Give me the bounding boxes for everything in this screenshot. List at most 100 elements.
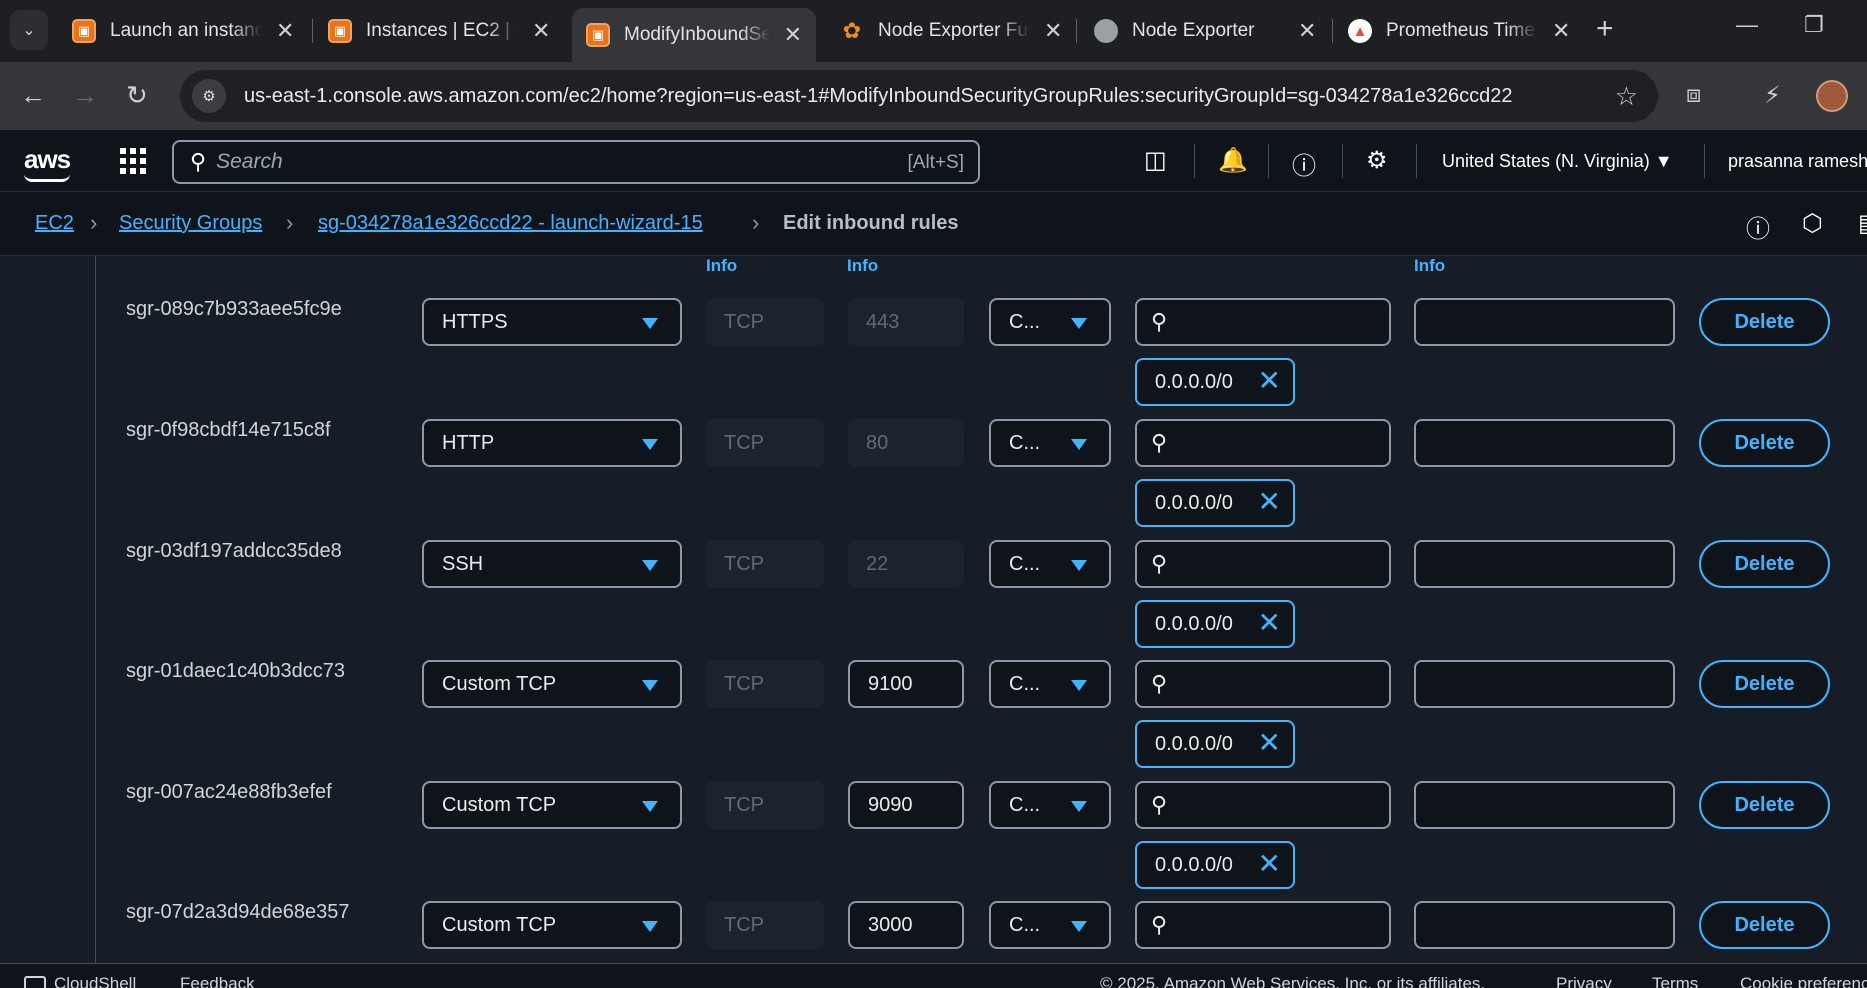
tab-search-chevron-icon[interactable]: ⌄ xyxy=(10,10,48,50)
forward-arrow-icon[interactable]: → xyxy=(72,80,98,111)
settings-hex-icon[interactable]: ⬡ xyxy=(1802,209,1823,238)
source-cidr-search[interactable]: ⚲ xyxy=(1135,419,1391,467)
source-type-select[interactable]: C... xyxy=(989,781,1111,829)
description-input[interactable] xyxy=(1414,298,1675,346)
delete-rule-button[interactable]: Delete xyxy=(1699,540,1830,588)
source-cidr-search[interactable]: ⚲ xyxy=(1135,901,1391,949)
help-icon[interactable]: ⓘ xyxy=(1292,146,1316,181)
cloudshell-icon[interactable]: ◫ xyxy=(1144,146,1167,175)
account-menu[interactable]: prasanna ramesh xyxy=(1728,151,1867,172)
rule-id: sgr-03df197addcc35de8 xyxy=(126,540,342,562)
bell-icon[interactable]: 🔔 xyxy=(1218,146,1248,175)
rule-type-select[interactable]: Custom TCP xyxy=(422,660,682,708)
source-type-select[interactable]: C... xyxy=(989,419,1111,467)
cookie-preferences-link[interactable]: Cookie preferences xyxy=(1740,974,1867,988)
source-cidr-search[interactable]: ⚲ xyxy=(1135,298,1391,346)
rule-type-select[interactable]: Custom TCP xyxy=(422,901,682,949)
source-type-select[interactable]: C... xyxy=(989,298,1111,346)
browser-tab[interactable]: ✿ Node Exporter Full ✕ xyxy=(826,8,1076,54)
browser-tab[interactable]: ▲ Prometheus Time Series ✕ xyxy=(1334,8,1584,54)
description-input[interactable] xyxy=(1414,660,1675,708)
protocol-info-link[interactable]: Info xyxy=(706,256,737,276)
privacy-link[interactable]: Privacy xyxy=(1556,974,1612,988)
remove-token-icon[interactable]: ✕ xyxy=(1258,609,1281,637)
caret-down-icon xyxy=(1071,680,1087,691)
reload-icon[interactable]: ↻ xyxy=(126,80,148,111)
description-input[interactable] xyxy=(1414,781,1675,829)
delete-rule-button[interactable]: Delete xyxy=(1699,298,1830,346)
feedback-link[interactable]: Feedback xyxy=(180,974,255,988)
performance-icon[interactable]: ⚡ xyxy=(1764,81,1781,110)
source-cidr-search[interactable]: ⚲ xyxy=(1135,660,1391,708)
source-type-select[interactable]: C... xyxy=(989,660,1111,708)
port-range-input[interactable]: 3000 xyxy=(848,901,964,949)
caret-down-icon xyxy=(1071,318,1087,329)
region-selector[interactable]: United States (N. Virginia) ▼ xyxy=(1442,151,1673,172)
close-icon[interactable]: ✕ xyxy=(276,18,294,44)
restore-icon[interactable]: ❐ xyxy=(1804,12,1824,38)
console-search-input[interactable]: ⚲ Search [Alt+S] xyxy=(172,140,980,184)
search-icon: ⚲ xyxy=(1151,912,1168,937)
extensions-puzzle-icon[interactable]: ⧈ xyxy=(1686,81,1701,109)
port-range-input[interactable]: 9100 xyxy=(848,660,964,708)
browser-tab[interactable]: ▣ Instances | EC2 | us-east-1 ✕ xyxy=(314,8,564,54)
delete-rule-button[interactable]: Delete xyxy=(1699,901,1830,949)
protocol-readonly: TCP xyxy=(706,419,824,467)
info-circle-icon[interactable]: ⓘ xyxy=(1746,209,1770,244)
port-info-link[interactable]: Info xyxy=(847,256,878,276)
cidr-value: 0.0.0.0/0 xyxy=(1155,612,1233,635)
description-input[interactable] xyxy=(1414,901,1675,949)
cidr-token: 0.0.0.0/0 ✕ xyxy=(1135,358,1295,406)
inbound-rules-editor: Info Info Info sgr-089c7b933aee5fc9e HTT… xyxy=(0,256,1867,963)
browser-tab-active[interactable]: ▣ ModifyInboundSecurityGroupRules ✕ xyxy=(572,8,816,62)
minimize-icon[interactable]: — xyxy=(1736,12,1758,38)
source-cidr-search[interactable]: ⚲ xyxy=(1135,781,1391,829)
browser-tab[interactable]: ▣ Launch an instance | EC2 ✕ xyxy=(58,8,308,54)
aws-logo[interactable]: aws xyxy=(24,144,71,182)
address-bar[interactable]: ⚙ us-east-1.console.aws.amazon.com/ec2/h… xyxy=(180,70,1658,122)
close-icon[interactable]: ✕ xyxy=(1044,18,1062,44)
remove-token-icon[interactable]: ✕ xyxy=(1258,488,1281,516)
panel-icon[interactable]: ▤ xyxy=(1858,209,1867,238)
description-input[interactable] xyxy=(1414,419,1675,467)
port-range-input[interactable]: 9090 xyxy=(848,781,964,829)
close-icon[interactable]: ✕ xyxy=(532,18,550,44)
remove-token-icon[interactable]: ✕ xyxy=(1258,367,1281,395)
site-info-icon[interactable]: ⚙ xyxy=(192,79,226,113)
rule-type-select[interactable]: HTTPS xyxy=(422,298,682,346)
new-tab-plus-icon[interactable]: + xyxy=(1596,12,1614,46)
breadcrumb-security-groups[interactable]: Security Groups xyxy=(119,212,262,235)
breadcrumb-ec2[interactable]: EC2 xyxy=(35,212,74,235)
source-type-select[interactable]: C... xyxy=(989,540,1111,588)
remove-token-icon[interactable]: ✕ xyxy=(1258,850,1281,878)
breadcrumb-security-group[interactable]: sg-034278a1e326ccd22 - launch-wizard-15 xyxy=(318,212,703,235)
delete-rule-button[interactable]: Delete xyxy=(1699,660,1830,708)
terms-link[interactable]: Terms xyxy=(1652,974,1698,988)
cloudshell-link[interactable]: CloudShell xyxy=(54,974,136,988)
url-text[interactable]: us-east-1.console.aws.amazon.com/ec2/hom… xyxy=(244,85,1513,108)
delete-rule-button[interactable]: Delete xyxy=(1699,781,1830,829)
services-grid-icon[interactable] xyxy=(120,148,146,174)
description-input[interactable] xyxy=(1414,540,1675,588)
port-range-value: 9100 xyxy=(868,672,913,695)
aws-console-header: aws ⚲ Search [Alt+S] ◫ 🔔 ⓘ ⚙ United Stat… xyxy=(0,130,1867,192)
rule-type-select[interactable]: Custom TCP xyxy=(422,781,682,829)
source-type-select[interactable]: C... xyxy=(989,901,1111,949)
port-range-value: 9090 xyxy=(868,793,913,816)
description-info-link[interactable]: Info xyxy=(1414,256,1445,276)
remove-token-icon[interactable]: ✕ xyxy=(1258,729,1281,757)
back-arrow-icon[interactable]: ← xyxy=(20,80,46,111)
rule-type-select[interactable]: HTTP xyxy=(422,419,682,467)
delete-rule-button[interactable]: Delete xyxy=(1699,419,1830,467)
close-icon[interactable]: ✕ xyxy=(784,22,802,48)
rule-type-select[interactable]: SSH xyxy=(422,540,682,588)
browser-tab[interactable]: Node Exporter ✕ xyxy=(1080,8,1330,54)
close-icon[interactable]: ✕ xyxy=(1552,18,1570,44)
source-cidr-search[interactable]: ⚲ xyxy=(1135,540,1391,588)
gear-icon[interactable]: ⚙ xyxy=(1366,146,1388,175)
close-icon[interactable]: ✕ xyxy=(1298,18,1316,44)
port-range-readonly: 443 xyxy=(848,298,964,346)
profile-avatar[interactable] xyxy=(1816,80,1848,112)
source-type-value: C... xyxy=(1009,431,1041,454)
bookmark-star-icon[interactable]: ☆ xyxy=(1615,81,1638,112)
